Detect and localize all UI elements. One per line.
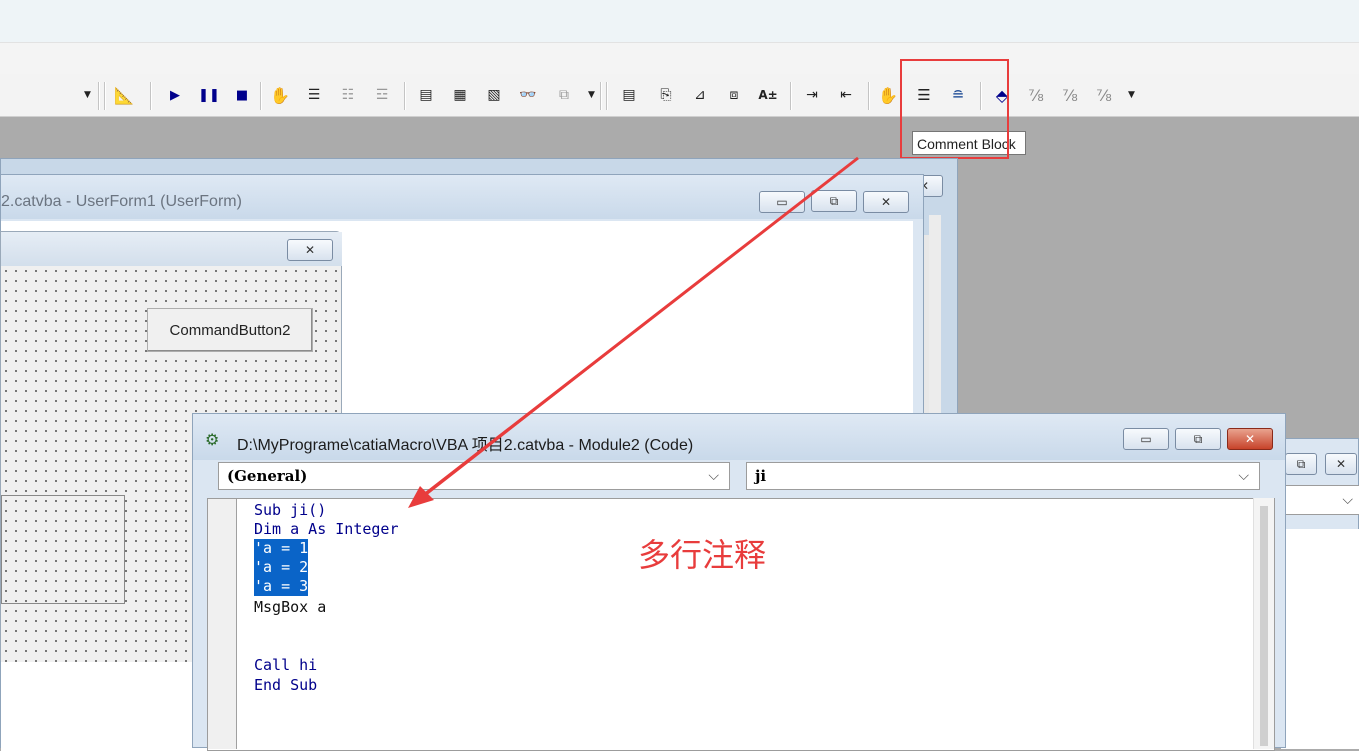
annotation-arrow-shaft <box>424 156 859 496</box>
annotation-arrow <box>408 156 859 508</box>
